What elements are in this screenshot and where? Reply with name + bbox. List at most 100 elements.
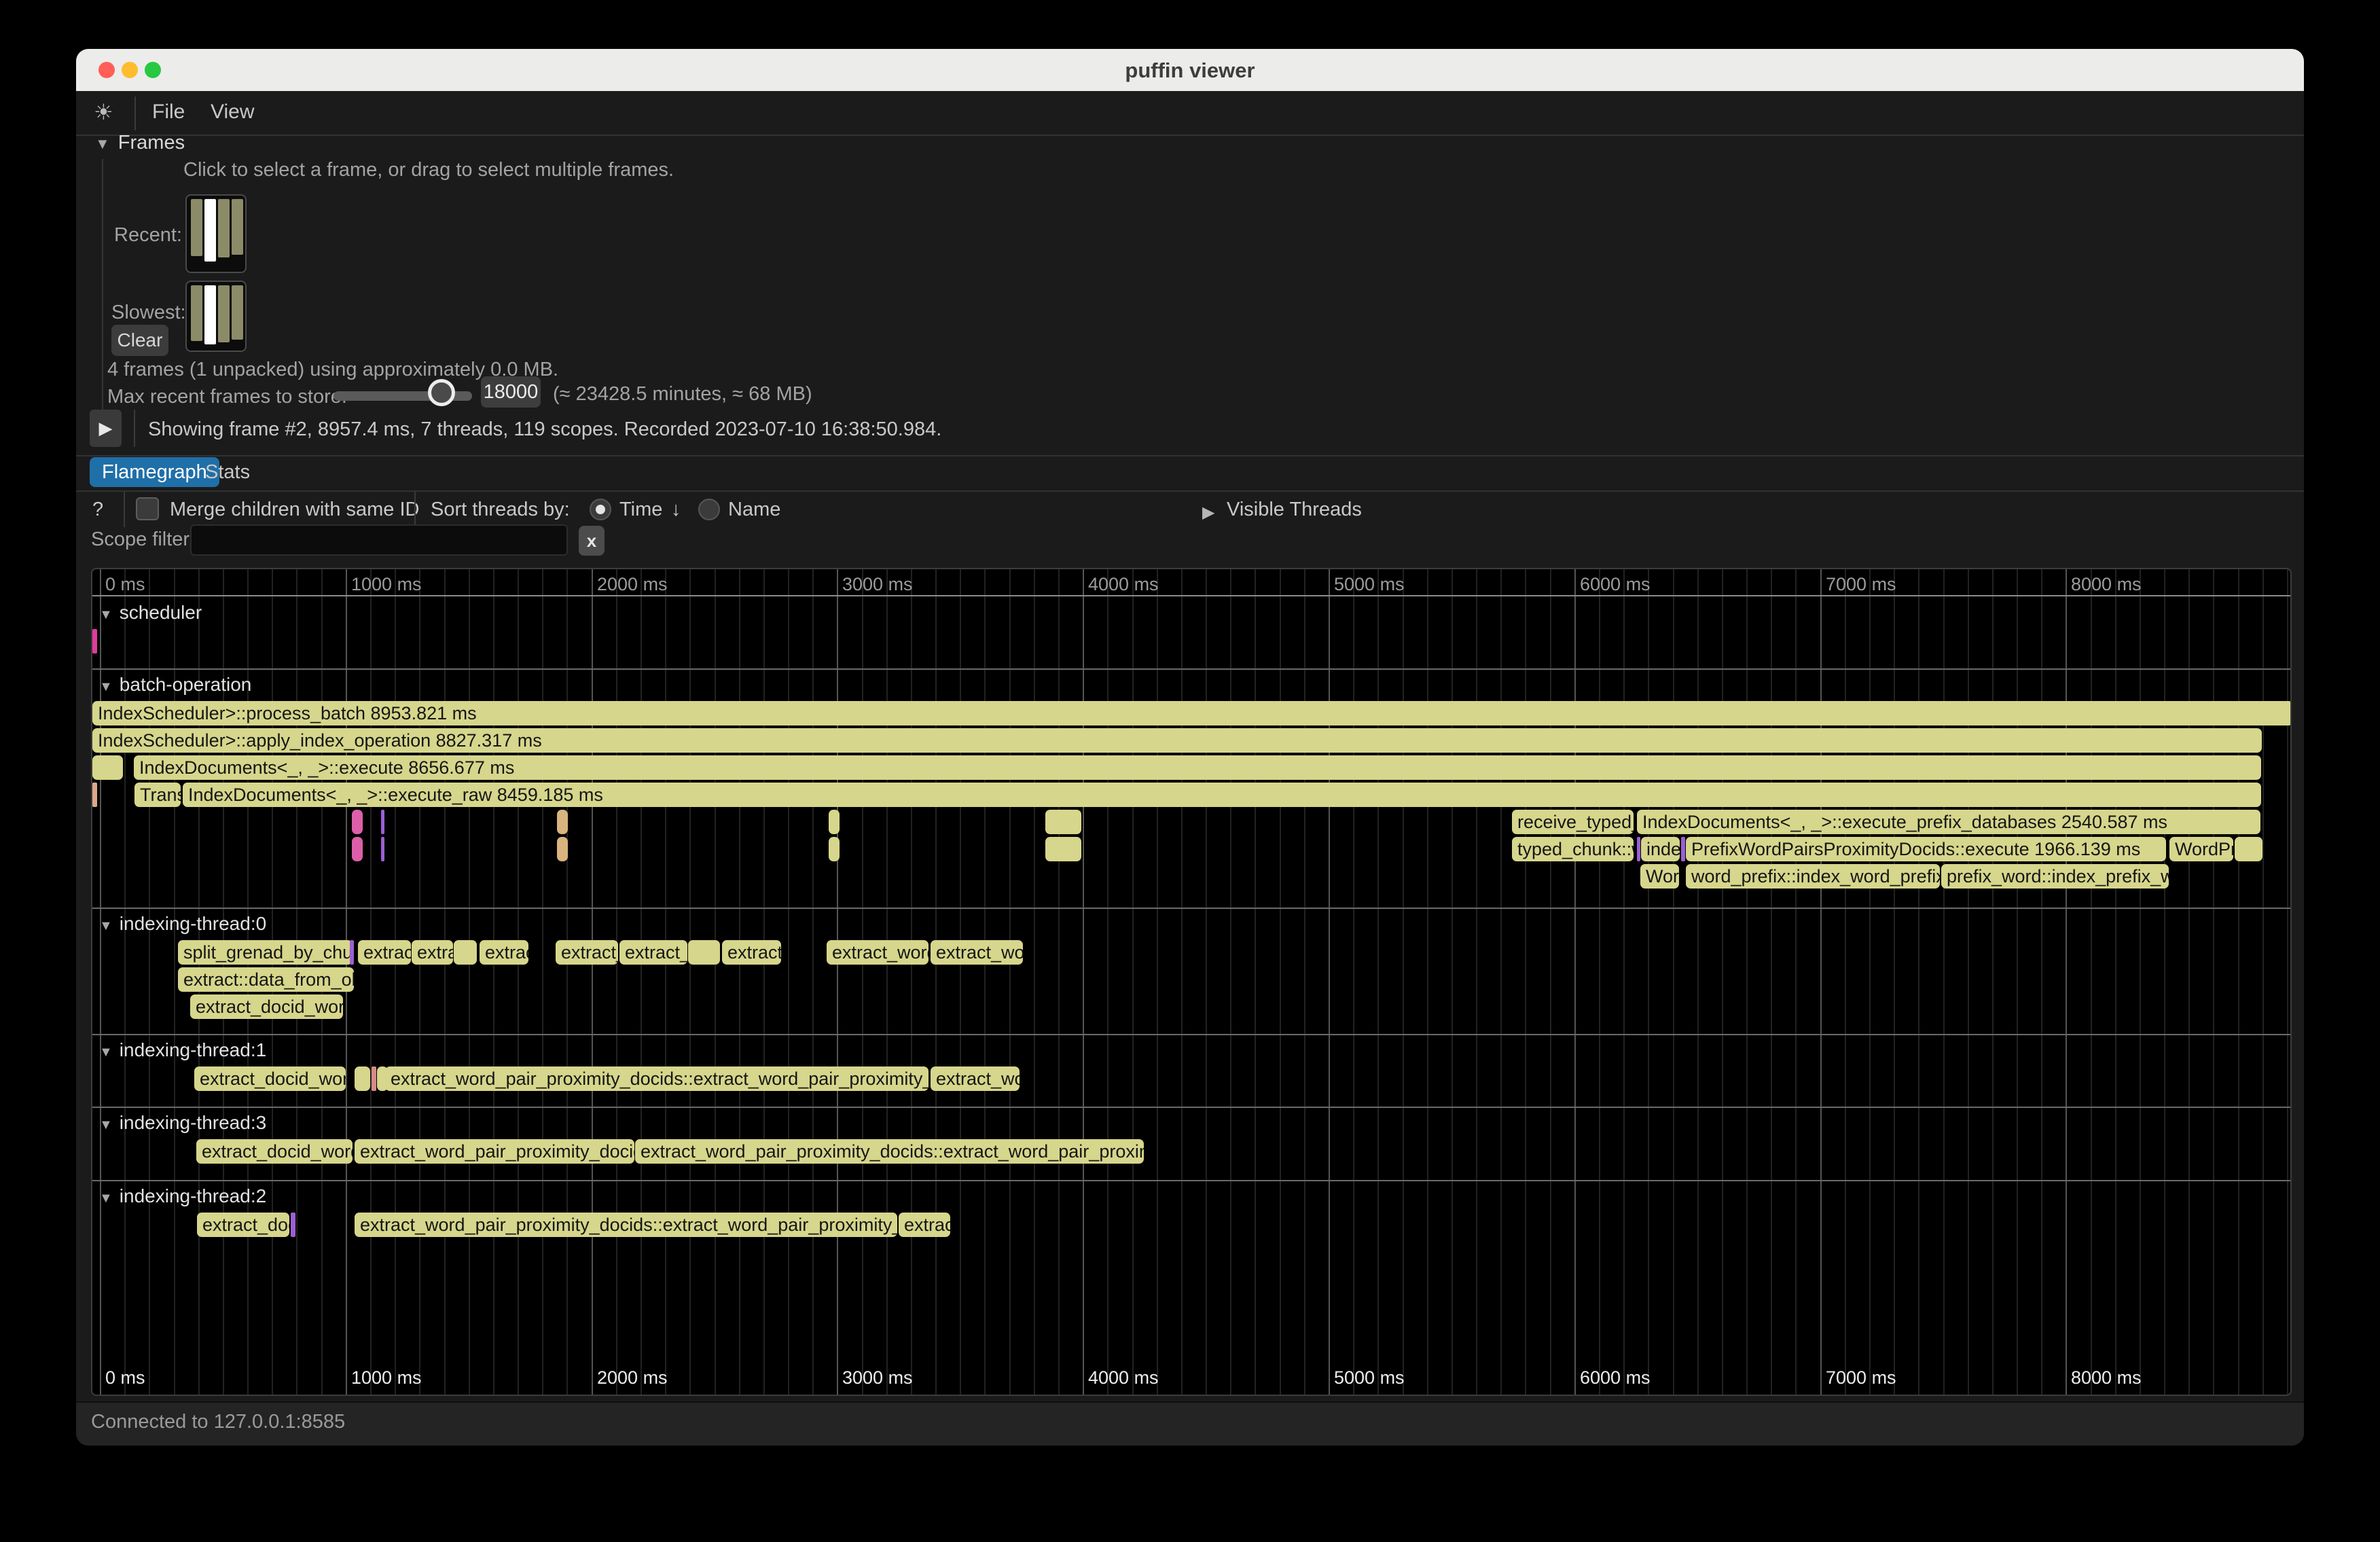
scope-bar[interactable] [2235,837,2262,861]
scope-bar[interactable] [829,810,840,834]
scope-bar[interactable]: IndexScheduler>::process_batch 8953.821 … [92,701,2292,725]
frame-bar[interactable] [232,285,243,340]
scope-bar[interactable]: extract_docid_word [196,1139,353,1164]
scope-bar[interactable]: extrac [480,940,528,965]
flamegraph-canvas[interactable]: 0 ms0 ms1000 ms1000 ms2000 ms2000 ms3000… [91,568,2292,1396]
slowest-frames-thumbnail[interactable] [185,281,247,352]
scope-bar[interactable]: word_prefix::index_word_prefix_ [1686,864,1940,889]
scope-bar[interactable]: extrac [899,1213,950,1237]
scope-bar[interactable]: extract_doc [197,1213,289,1237]
scope-bar[interactable] [381,837,384,861]
scope-bar[interactable] [291,1213,295,1237]
scope-bar[interactable]: IndexDocuments<_, _>::execute_raw 8459.1… [183,783,2261,807]
gridline [1304,569,1305,1395]
sort-name-radio[interactable] [698,499,720,520]
scope-bar[interactable] [352,810,363,834]
scope-bar[interactable]: PrefixWordPairsProximityDocids::execute … [1686,837,2166,861]
gridline [984,569,986,1395]
scope-bar[interactable]: extract_wo [931,1066,1020,1091]
scope-bar[interactable] [92,629,97,653]
scope-bar[interactable] [372,1066,376,1091]
scope-bar[interactable] [381,810,384,834]
scope-bar[interactable]: receive_typed_ [1512,810,1634,834]
play-button[interactable]: ▶ [90,410,122,447]
scope-bar[interactable] [688,940,720,965]
scope-bar[interactable]: split_grenad_by_chun [178,940,353,965]
scope-bar[interactable]: extract_docid_word [190,994,343,1019]
scope-bar[interactable]: extract_ [556,940,618,965]
max-frames-value[interactable]: 18000 [481,376,541,408]
scope-bar[interactable]: extract_word_pair_proximity_docids::extr… [385,1066,928,1091]
scope-bar[interactable]: typed_chunk::w [1512,837,1634,861]
scope-bar[interactable]: extract_word_pair_proximity_docids::extr… [635,1139,1144,1164]
clear-filter-button[interactable]: x [579,526,605,556]
thread-label-scheduler[interactable]: ▼scheduler [99,602,202,624]
scope-bar[interactable] [454,940,477,965]
gridline [444,569,446,1395]
collapse-triangle-icon: ▼ [99,1045,113,1060]
scope-bar[interactable] [1045,810,1081,834]
merge-children-checkbox[interactable] [136,497,159,520]
divider [76,490,2304,492]
frame-bar[interactable] [232,199,243,255]
sort-time-radio[interactable] [590,499,611,520]
scope-bar[interactable]: extract [358,940,411,965]
scope-bar[interactable]: Trans [134,783,181,807]
scope-bar[interactable] [1637,837,1640,861]
frame-bar[interactable] [218,285,230,342]
scope-bar[interactable] [1681,837,1685,861]
scope-bar[interactable] [92,755,123,780]
scope-bar[interactable] [352,837,363,861]
scope-bar[interactable]: extract [722,940,781,965]
scope-bar[interactable]: extract_word_pair_proximity_docids [355,1139,634,1164]
scope-bar[interactable]: prefix_word::index_prefix_wo [1941,864,2169,889]
scope-filter-input[interactable] [190,524,568,556]
visible-threads-header[interactable]: Visible Threads [1227,499,1362,521]
scope-bar[interactable]: extract_wo [931,940,1023,965]
thread-label-batch-operation[interactable]: ▼batch-operation [99,674,251,696]
tab-stats[interactable]: Stats [205,457,250,487]
scope-bar[interactable]: IndexDocuments<_, _>::execute_prefix_dat… [1637,810,2260,834]
slider-knob[interactable] [428,379,455,406]
scope-bar[interactable]: IndexScheduler>::apply_index_operation 8… [92,728,2262,753]
scope-bar[interactable]: extract_word_pair_proximity_docids::extr… [355,1213,897,1237]
clear-button[interactable]: Clear [111,325,168,356]
thread-label-indexing-thread:1[interactable]: ▼indexing-thread:1 [99,1039,266,1061]
sort-name-label[interactable]: Name [728,499,780,521]
scope-bar[interactable] [92,783,97,807]
frame-bar[interactable] [218,199,230,257]
thread-label-indexing-thread:0[interactable]: ▼indexing-thread:0 [99,913,266,935]
scope-bar[interactable]: Word [1640,864,1679,889]
scope-bar[interactable] [350,940,354,965]
frame-bar[interactable] [191,285,202,341]
frame-bar[interactable] [191,199,202,256]
frame-bar[interactable] [204,199,216,262]
frame-info-text: Showing frame #2, 8957.4 ms, 7 threads, … [148,418,941,441]
scope-bar[interactable] [1045,837,1081,861]
scope-bar[interactable]: IndexDocuments<_, _>::execute 8656.677 m… [134,755,2261,780]
sort-direction-icon[interactable]: ↓ [671,499,681,521]
scope-bar[interactable] [829,837,840,861]
scope-bar[interactable]: WordPr [2169,837,2233,861]
scope-bar[interactable]: extract::data_from_ob [178,967,354,992]
recent-frames-thumbnail[interactable] [185,194,247,273]
scope-bar[interactable]: extract_w [619,940,687,965]
sort-time-label[interactable]: Time [619,499,662,521]
scope-bar[interactable]: extra [412,940,453,965]
scope-bar[interactable]: index [1641,837,1680,861]
thread-separator [92,668,2290,670]
menu-file[interactable]: File [152,101,185,124]
menu-view[interactable]: View [211,101,254,124]
thread-label-indexing-thread:3[interactable]: ▼indexing-thread:3 [99,1112,266,1134]
frame-bar[interactable] [204,285,216,344]
thread-label-indexing-thread:2[interactable]: ▼indexing-thread:2 [99,1185,266,1207]
help-button[interactable]: ? [92,499,103,521]
frames-collapsible-header[interactable]: ▼Frames [95,132,185,154]
scope-bar[interactable]: extract_word [827,940,928,965]
theme-sun-icon[interactable]: ☀ [94,99,113,125]
tab-flamegraph[interactable]: Flamegraph [90,457,219,487]
scope-bar[interactable] [557,810,568,834]
scope-bar[interactable]: extract_docid_word [194,1066,346,1091]
scope-bar[interactable] [355,1066,370,1091]
scope-bar[interactable] [557,837,568,861]
